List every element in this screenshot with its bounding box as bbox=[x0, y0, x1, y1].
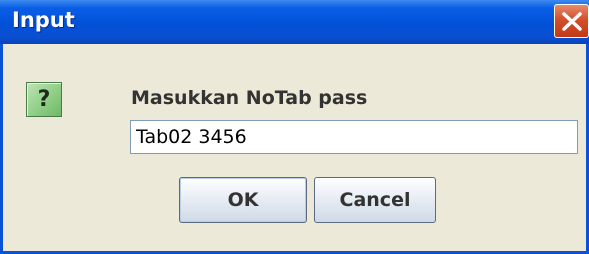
title-bar[interactable]: Input bbox=[0, 0, 589, 44]
close-button[interactable] bbox=[554, 4, 589, 38]
text-input[interactable] bbox=[130, 120, 578, 154]
window-title: Input bbox=[12, 8, 75, 32]
input-dialog: Input ? Masukkan NoTab pass OK Cancel bbox=[0, 0, 589, 254]
cancel-button[interactable]: Cancel bbox=[314, 177, 436, 223]
dialog-content: ? Masukkan NoTab pass OK Cancel bbox=[3, 44, 586, 251]
prompt-label: Masukkan NoTab pass bbox=[131, 87, 368, 109]
close-icon bbox=[562, 12, 582, 31]
ok-button[interactable]: OK bbox=[179, 177, 307, 223]
question-glyph: ? bbox=[37, 87, 51, 112]
question-icon: ? bbox=[26, 82, 62, 117]
